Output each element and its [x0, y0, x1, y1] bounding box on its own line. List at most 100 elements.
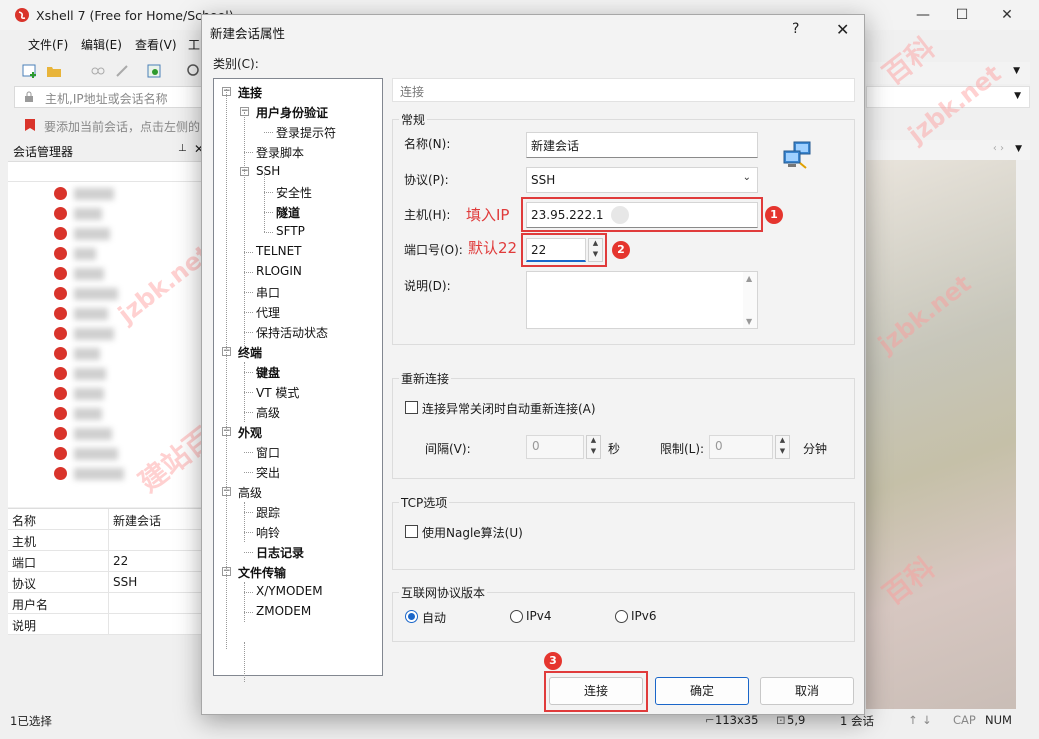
menu-tools[interactable]: 工: [188, 36, 200, 53]
scrollbar[interactable]: ▲ ▼: [743, 272, 757, 328]
pin-icon[interactable]: ⊥: [178, 143, 187, 154]
dialog-close-button[interactable]: ✕: [836, 20, 849, 39]
spin-up-icon[interactable]: ▲: [776, 436, 789, 447]
status-num: NUM: [985, 713, 1012, 727]
maximize-button[interactable]: ☐: [939, 4, 985, 26]
session-icon: [54, 447, 67, 460]
list-item[interactable]: [38, 184, 188, 204]
scrollbar[interactable]: [1016, 160, 1030, 709]
port-spinner[interactable]: ▲ ▼: [588, 238, 603, 262]
tree-item[interactable]: 高级: [238, 484, 262, 501]
interval-spinner[interactable]: ▲ ▼: [586, 435, 601, 459]
lock-icon: [25, 91, 33, 102]
list-item[interactable]: [38, 224, 188, 244]
tree-item[interactable]: 用户身份验证: [256, 104, 328, 121]
tree-item[interactable]: 登录提示符: [276, 124, 336, 141]
tree-item[interactable]: 外观: [238, 424, 262, 441]
tree-item[interactable]: 登录脚本: [256, 144, 304, 161]
list-item[interactable]: [38, 204, 188, 224]
tree-connector: [244, 472, 253, 473]
tab-scroll-arrows[interactable]: ‹ ›: [993, 143, 1004, 154]
tree-connector: [244, 112, 245, 352]
prop-key: 端口: [12, 556, 37, 570]
spin-up-icon[interactable]: ▲: [589, 239, 602, 250]
spin-down-icon[interactable]: ▼: [589, 250, 602, 261]
tree-item[interactable]: VT 模式: [256, 384, 299, 401]
radio-ipv6[interactable]: [615, 610, 628, 623]
list-item[interactable]: [38, 384, 188, 404]
prop-key: 名称: [12, 514, 37, 528]
list-item[interactable]: [38, 364, 188, 384]
close-window-button[interactable]: ✕: [984, 4, 1030, 26]
host-field[interactable]: 23.95.222.1: [526, 202, 758, 228]
tree-item[interactable]: 键盘: [256, 364, 280, 381]
tree-item[interactable]: 高级: [256, 404, 280, 421]
ok-button[interactable]: 确定: [655, 677, 749, 705]
limit-field[interactable]: 0: [709, 435, 773, 459]
tree-item[interactable]: 代理: [256, 304, 280, 321]
connect-icon[interactable]: [90, 63, 106, 79]
tree-item[interactable]: 隧道: [276, 204, 300, 221]
tree-item[interactable]: 突出: [256, 464, 280, 481]
chevron-down-icon[interactable]: ▼: [1015, 144, 1022, 154]
cancel-button[interactable]: 取消: [760, 677, 854, 705]
tree-item[interactable]: ZMODEM: [256, 604, 311, 618]
tree-item[interactable]: RLOGIN: [256, 264, 302, 278]
new-session-icon[interactable]: [22, 63, 38, 79]
list-item[interactable]: [38, 324, 188, 344]
auto-reconnect-checkbox[interactable]: [405, 401, 418, 414]
menu-view[interactable]: 查看(V): [135, 36, 177, 53]
interval-field[interactable]: 0: [526, 435, 584, 459]
menu-file[interactable]: 文件(F): [28, 36, 68, 53]
chevron-down-icon[interactable]: ▼: [1013, 66, 1020, 76]
tree-item[interactable]: X/YMODEM: [256, 584, 323, 598]
tree-item[interactable]: TELNET: [256, 244, 302, 258]
search-icon[interactable]: [186, 63, 202, 79]
dialog-title: 新建会话属性: [210, 26, 286, 41]
settings-icon[interactable]: [146, 63, 162, 79]
session-icon: [54, 307, 67, 320]
list-item[interactable]: [38, 344, 188, 364]
radio-auto[interactable]: [405, 610, 418, 623]
tree-connector: [264, 192, 273, 193]
terminal-area[interactable]: [866, 160, 1030, 709]
menu-edit[interactable]: 编辑(E): [81, 36, 122, 53]
tree-item[interactable]: 跟踪: [256, 504, 280, 521]
description-textarea[interactable]: ▲ ▼: [526, 271, 758, 329]
name-field[interactable]: 新建会话: [526, 132, 758, 158]
session-icon: [54, 407, 67, 420]
tree-item[interactable]: 保持活动状态: [256, 324, 328, 341]
list-item[interactable]: [38, 404, 188, 424]
radio-ipv4[interactable]: [510, 610, 523, 623]
nagle-checkbox[interactable]: [405, 525, 418, 538]
open-folder-icon[interactable]: [46, 63, 62, 79]
tree-item[interactable]: 串口: [256, 284, 280, 301]
limit-spinner[interactable]: ▲ ▼: [775, 435, 790, 459]
chevron-down-icon[interactable]: ▼: [1014, 91, 1021, 101]
session-icon: [54, 187, 67, 200]
blurred-label: [74, 468, 124, 480]
help-button[interactable]: ?: [792, 21, 799, 37]
session-filter[interactable]: [8, 162, 205, 182]
tree-item[interactable]: 安全性: [276, 184, 312, 201]
spin-down-icon[interactable]: ▼: [587, 447, 600, 458]
address-bar[interactable]: 主机,IP地址或会话名称: [14, 86, 204, 108]
protocol-select[interactable]: SSH ⌄: [526, 167, 758, 193]
tree-item[interactable]: 日志记录: [256, 544, 304, 561]
arrow-down-icon[interactable]: ↓: [922, 713, 932, 727]
tree-item[interactable]: SFTP: [276, 224, 305, 238]
port-field[interactable]: 22: [526, 238, 586, 262]
arrow-up-icon[interactable]: ↑: [908, 713, 918, 727]
tree-item[interactable]: SSH: [256, 164, 280, 178]
tree-item[interactable]: 连接: [238, 84, 262, 101]
tree-item[interactable]: 文件传输: [238, 564, 286, 581]
category-label: 类别(C):: [213, 57, 259, 71]
spin-down-icon[interactable]: ▼: [776, 447, 789, 458]
connect-button[interactable]: 连接: [549, 677, 643, 705]
disconnect-icon[interactable]: [114, 63, 130, 79]
tree-item[interactable]: 响铃: [256, 524, 280, 541]
list-item[interactable]: [38, 244, 188, 264]
tree-item[interactable]: 终端: [238, 344, 262, 361]
spin-up-icon[interactable]: ▲: [587, 436, 600, 447]
tree-item[interactable]: 窗口: [256, 444, 280, 461]
